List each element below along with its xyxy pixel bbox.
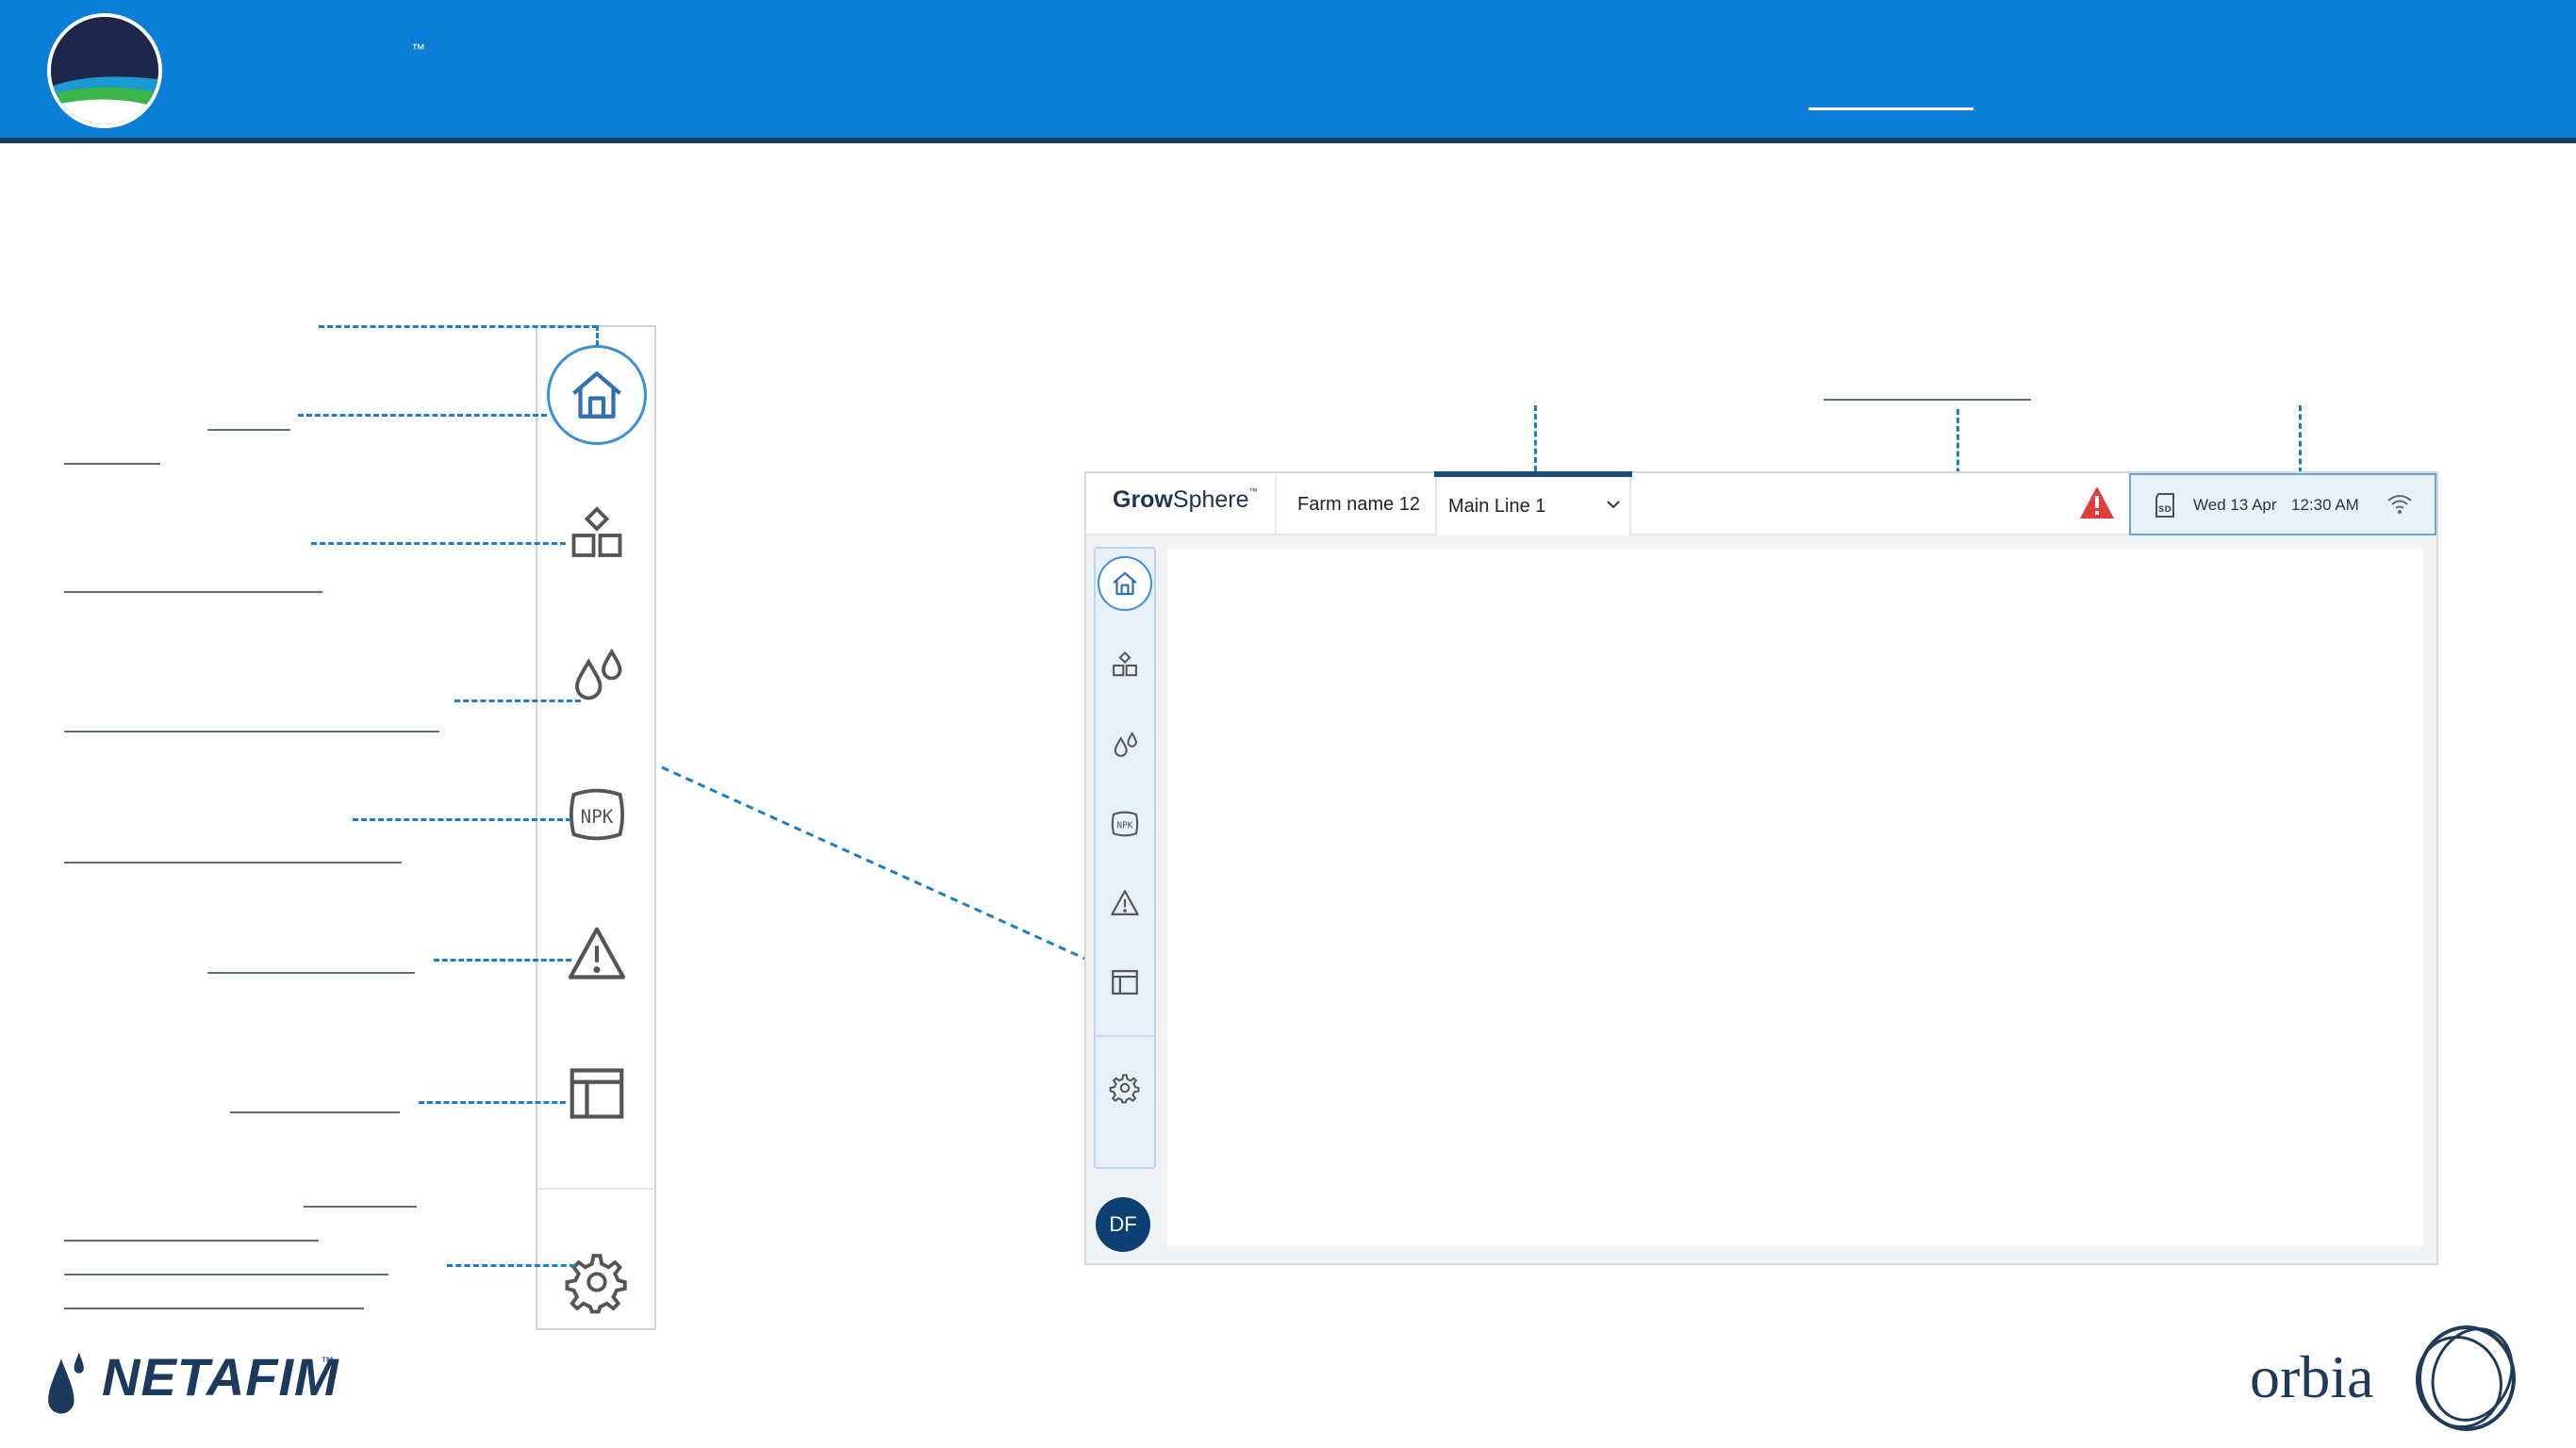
top-banner (0, 0, 2576, 138)
app-logo-tm: ™ (1248, 486, 1258, 496)
netafim-logo-text: NETAFIM (102, 1347, 339, 1407)
status-time: 12:30 AM (2291, 496, 2359, 514)
sidebar-npk-icon[interactable]: NPK (1104, 803, 1146, 845)
svg-text:NPK: NPK (581, 806, 614, 828)
label-stub (1824, 399, 2031, 401)
app-logo-bold: Grow (1113, 486, 1173, 513)
farm-name-selector[interactable]: Farm name 12 (1297, 494, 1420, 516)
label-stub (64, 731, 439, 732)
callout-line-home-drop (596, 325, 599, 346)
banner-underline (1808, 107, 1973, 110)
chevron-down-icon[interactable] (1603, 494, 1624, 515)
netafim-drop-icon (48, 1352, 84, 1414)
label-stub (64, 591, 322, 593)
label-stub (64, 1240, 319, 1242)
callout-line-settings (447, 1264, 575, 1267)
label-stub (64, 463, 160, 465)
callout-line-status (2299, 405, 2302, 473)
wifi-icon (2387, 495, 2412, 514)
sidebar-alert-icon[interactable] (1104, 882, 1146, 924)
sidebar-gear-icon[interactable] (1104, 1067, 1146, 1109)
callout-line-table (419, 1101, 566, 1104)
gear-icon[interactable] (559, 1244, 635, 1320)
label-stub (64, 1308, 364, 1309)
sidebar-home-icon[interactable] (1104, 563, 1146, 604)
callout-line-mainline (1534, 405, 1537, 471)
structure-icon[interactable] (559, 498, 635, 573)
home-icon[interactable] (559, 357, 635, 433)
callout-line-home-top (319, 325, 598, 328)
growsphere-logo-icon (47, 13, 162, 128)
banner-bottom-rule (0, 138, 2576, 143)
alert-icon[interactable] (2078, 485, 2116, 520)
label-stub (207, 429, 290, 431)
header-separator (1275, 475, 1277, 534)
sidebar-table-icon[interactable] (1104, 962, 1146, 1003)
label-stub (64, 862, 402, 864)
callout-line-structure (311, 542, 566, 545)
callout-line-npk (353, 818, 571, 821)
table-icon[interactable] (559, 1056, 635, 1131)
label-stub (304, 1206, 417, 1208)
callout-line-water (454, 699, 581, 702)
sidebar-water-drops-icon[interactable] (1104, 724, 1146, 765)
main-content-area (1167, 549, 2423, 1246)
sd-card-icon: SD (2155, 493, 2174, 518)
netafim-trademark: ™ (321, 1354, 334, 1369)
user-avatar[interactable]: DF (1096, 1197, 1150, 1252)
label-stub (64, 1274, 388, 1275)
callout-line-home (298, 414, 547, 417)
status-date: Wed 13 Apr (2193, 496, 2277, 514)
sidebar-zoom-divider (537, 1188, 654, 1190)
alert-triangle-icon[interactable] (559, 916, 635, 992)
zoom-connector-line (661, 765, 1097, 965)
svg-text:SD: SD (2158, 505, 2171, 515)
orbia-logo-text: orbia (2250, 1343, 2374, 1410)
app-logo-rest: Sphere (1172, 486, 1249, 513)
svg-text:NPK: NPK (1117, 820, 1133, 831)
app-logo: GrowSphere™ (1113, 486, 1258, 514)
label-stub (207, 972, 415, 974)
banner-trademark: ™ (411, 41, 425, 58)
label-stub (230, 1111, 400, 1113)
orbia-rings-icon (2416, 1325, 2516, 1431)
npk-icon[interactable]: NPK (559, 777, 635, 852)
main-line-label: Main Line 1 (1448, 496, 1546, 517)
sidebar-structure-icon[interactable] (1104, 645, 1146, 686)
app-sidebar-divider (1096, 1035, 1154, 1037)
callout-line-alert (434, 959, 571, 962)
